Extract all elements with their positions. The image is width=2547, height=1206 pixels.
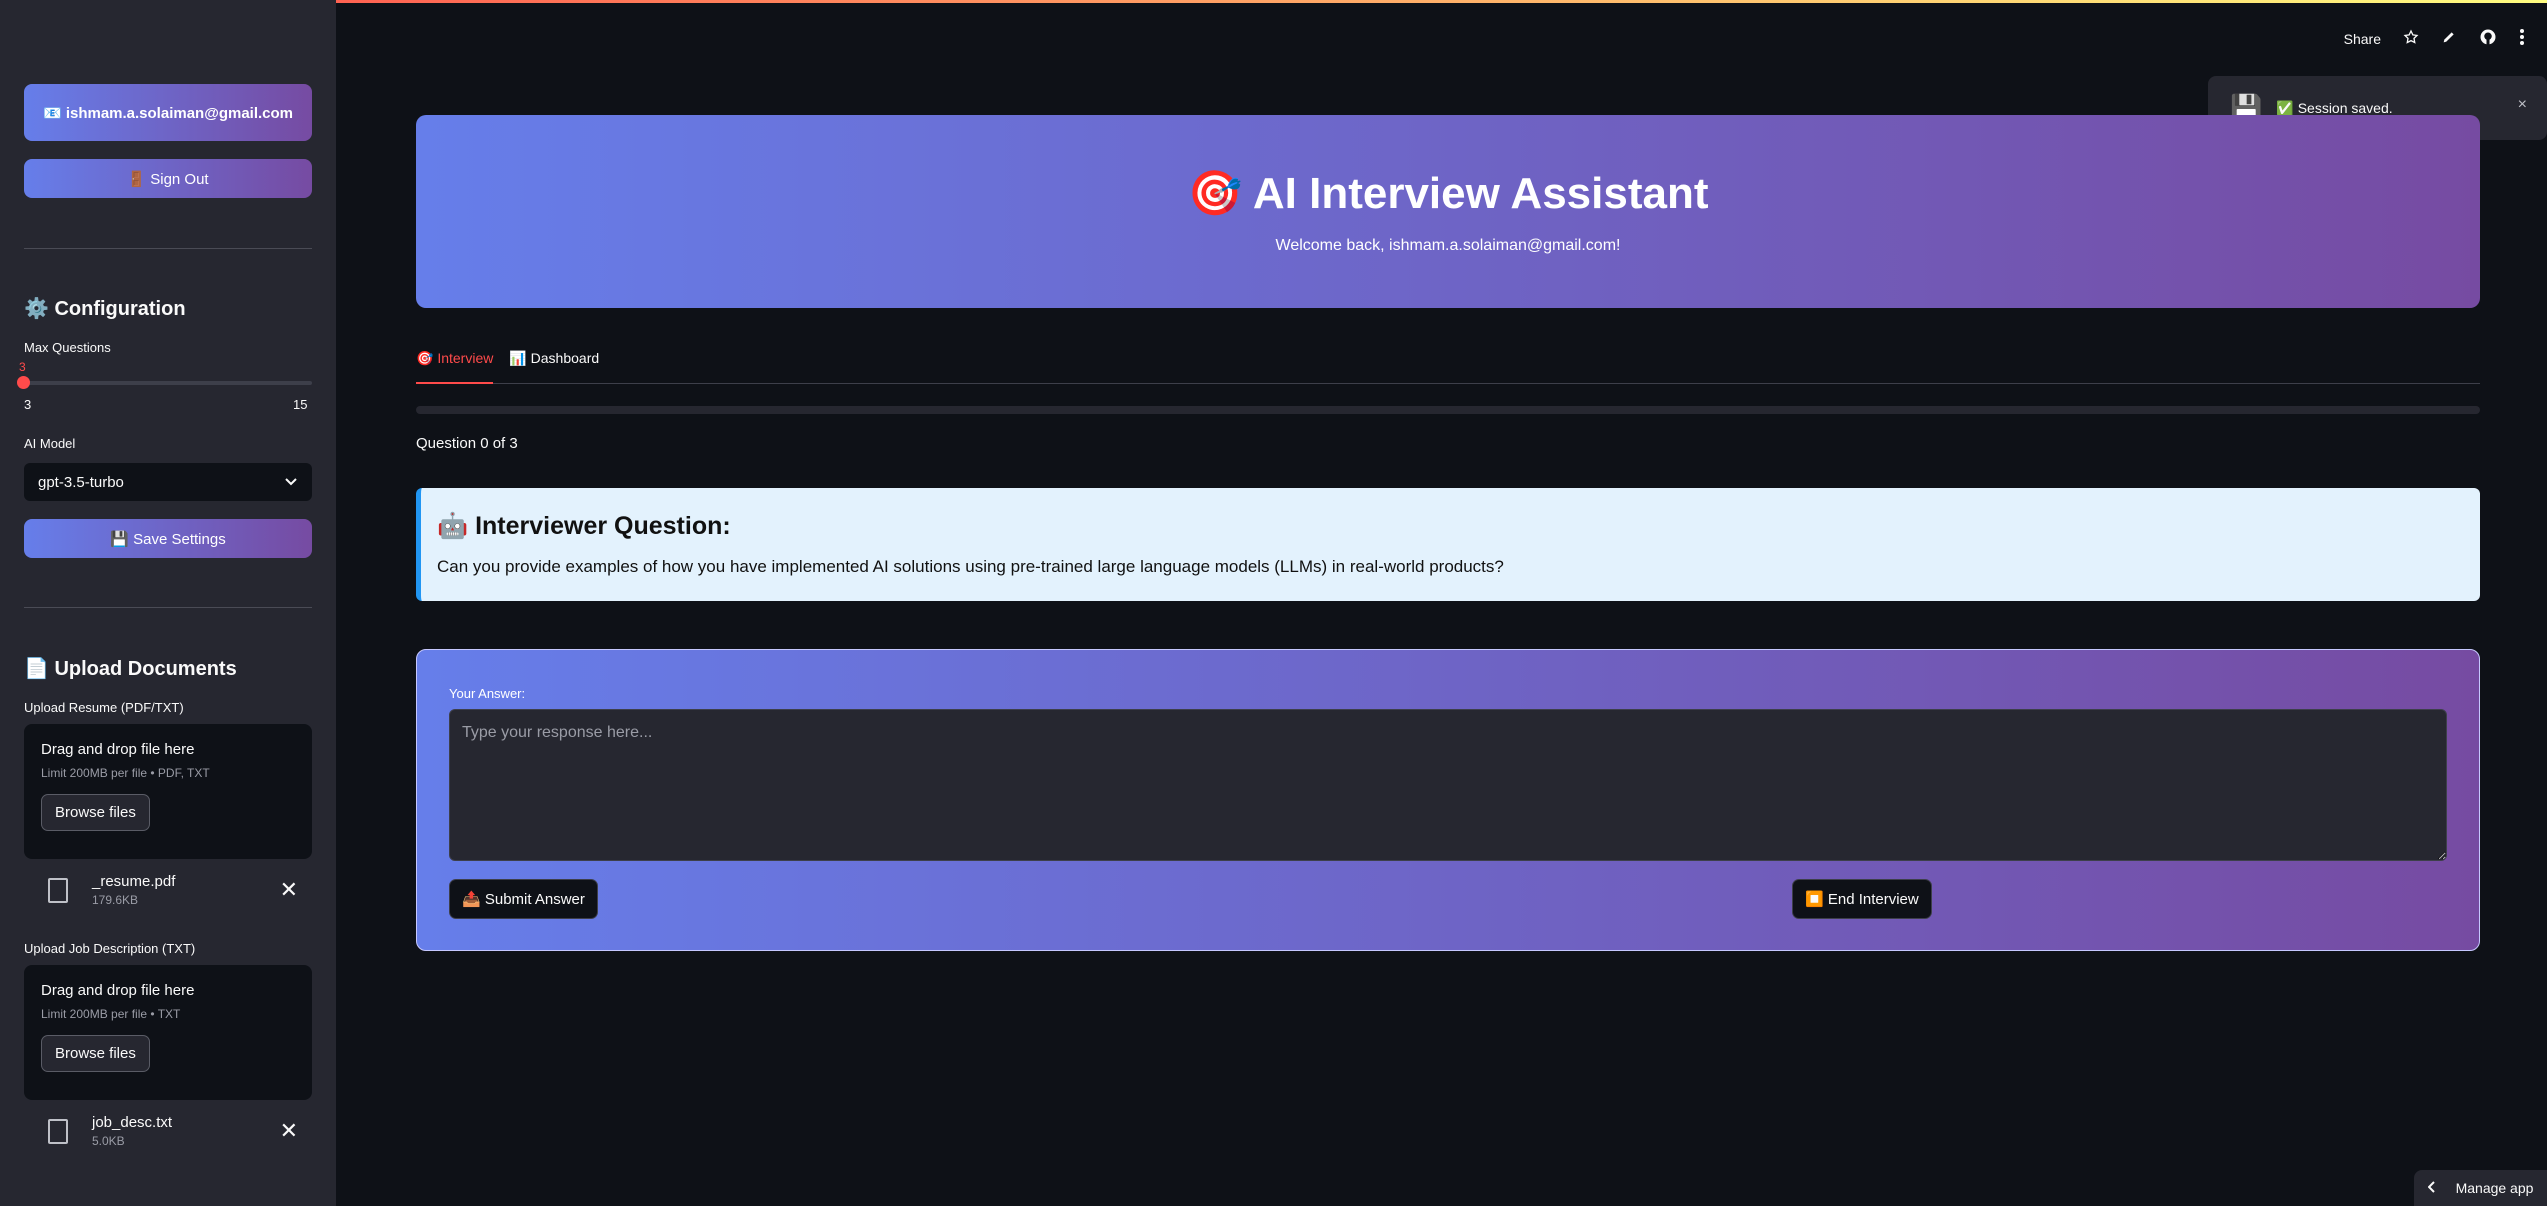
dropzone-limit: Limit 200MB per file • TXT bbox=[41, 1007, 181, 1021]
tab-dashboard[interactable]: 📊 Dashboard bbox=[509, 350, 599, 384]
max-questions-label: Max Questions bbox=[24, 340, 111, 355]
kebab-menu-icon[interactable] bbox=[2519, 28, 2525, 49]
file-icon bbox=[48, 1118, 68, 1144]
slider-thumb[interactable] bbox=[17, 376, 30, 389]
answer-label: Your Answer: bbox=[449, 686, 526, 701]
max-questions-slider[interactable] bbox=[24, 381, 312, 385]
toast-message: ✅ Session saved. bbox=[2276, 99, 2393, 116]
resume-upload-label: Upload Resume (PDF/TXT) bbox=[24, 700, 184, 715]
submit-answer-button[interactable]: 📤 Submit Answer bbox=[449, 879, 598, 919]
welcome-text: Welcome back, ishmam.a.solaiman@gmail.co… bbox=[1275, 237, 1621, 254]
uploaded-file-row: _resume.pdf 179.6KB ✕ bbox=[24, 867, 312, 913]
dropzone-limit: Limit 200MB per file • PDF, TXT bbox=[41, 766, 210, 780]
question-text: Can you provide examples of how you have… bbox=[437, 557, 1504, 576]
manage-app-label: Manage app bbox=[2455, 1180, 2534, 1196]
browse-files-button[interactable]: Browse files bbox=[41, 1035, 150, 1072]
github-icon[interactable] bbox=[2479, 28, 2497, 49]
tab-interview[interactable]: 🎯 Interview bbox=[416, 350, 494, 384]
app-toolbar: Share bbox=[2344, 28, 2525, 49]
file-name: job_desc.txt bbox=[92, 1114, 173, 1131]
answer-panel: Your Answer: bbox=[416, 649, 2480, 951]
file-size: 5.0KB bbox=[92, 1134, 125, 1148]
chevron-left-icon bbox=[2427, 1180, 2436, 1196]
question-heading: 🤖 Interviewer Question: bbox=[437, 512, 731, 540]
tab-bar: 🎯 Interview 📊 Dashboard bbox=[416, 350, 2480, 384]
sidebar: 📧 ishmam.a.solaiman@gmail.com 🚪 Sign Out… bbox=[0, 0, 336, 1206]
header-banner: 🎯 AI Interview Assistant Welcome back, i… bbox=[416, 115, 2480, 308]
page-title: 🎯 AI Interview Assistant bbox=[1187, 169, 1709, 218]
top-decoration-bar bbox=[0, 0, 2547, 3]
sidebar-divider bbox=[24, 607, 312, 608]
chevron-down-icon bbox=[284, 474, 298, 491]
question-card: 🤖 Interviewer Question: Can you provide … bbox=[416, 488, 2480, 601]
end-interview-button[interactable]: ⏹️ End Interview bbox=[1792, 879, 1932, 919]
question-count: Question 0 of 3 bbox=[416, 435, 518, 452]
progress-bar bbox=[416, 406, 2480, 414]
file-size: 179.6KB bbox=[92, 893, 139, 907]
configuration-heading: ⚙️ Configuration bbox=[24, 298, 186, 320]
ai-model-value: gpt-3.5-turbo bbox=[38, 473, 124, 491]
sign-out-button[interactable]: 🚪 Sign Out bbox=[24, 159, 312, 198]
star-icon[interactable] bbox=[2403, 29, 2419, 48]
job-description-dropzone[interactable]: Drag and drop file here Limit 200MB per … bbox=[24, 965, 312, 1100]
slider-value: 3 bbox=[19, 360, 26, 374]
file-name: _resume.pdf bbox=[92, 873, 176, 890]
uploaded-file-row: job_desc.txt 5.0KB ✕ bbox=[24, 1108, 312, 1154]
ai-model-select[interactable]: gpt-3.5-turbo bbox=[24, 463, 312, 501]
file-icon bbox=[48, 877, 68, 903]
slider-min-label: 3 bbox=[24, 397, 32, 412]
close-icon[interactable]: × bbox=[2518, 96, 2527, 114]
job-description-upload-label: Upload Job Description (TXT) bbox=[24, 941, 196, 956]
sidebar-divider bbox=[24, 248, 312, 249]
upload-documents-heading: 📄 Upload Documents bbox=[24, 658, 237, 680]
remove-file-icon[interactable]: ✕ bbox=[280, 1118, 298, 1144]
user-email-button[interactable]: 📧 ishmam.a.solaiman@gmail.com bbox=[24, 84, 312, 141]
remove-file-icon[interactable]: ✕ bbox=[280, 877, 298, 903]
slider-max-label: 15 bbox=[293, 397, 308, 412]
pencil-icon[interactable] bbox=[2441, 29, 2457, 48]
dropzone-title: Drag and drop file here bbox=[41, 741, 195, 758]
ai-model-label: AI Model bbox=[24, 436, 76, 451]
answer-textarea[interactable] bbox=[449, 709, 2447, 861]
manage-app-button[interactable]: Manage app bbox=[2414, 1170, 2547, 1206]
save-settings-button[interactable]: 💾 Save Settings bbox=[24, 519, 312, 558]
share-button[interactable]: Share bbox=[2344, 31, 2381, 47]
dropzone-title: Drag and drop file here bbox=[41, 982, 195, 999]
resume-dropzone[interactable]: Drag and drop file here Limit 200MB per … bbox=[24, 724, 312, 859]
browse-files-button[interactable]: Browse files bbox=[41, 794, 150, 831]
